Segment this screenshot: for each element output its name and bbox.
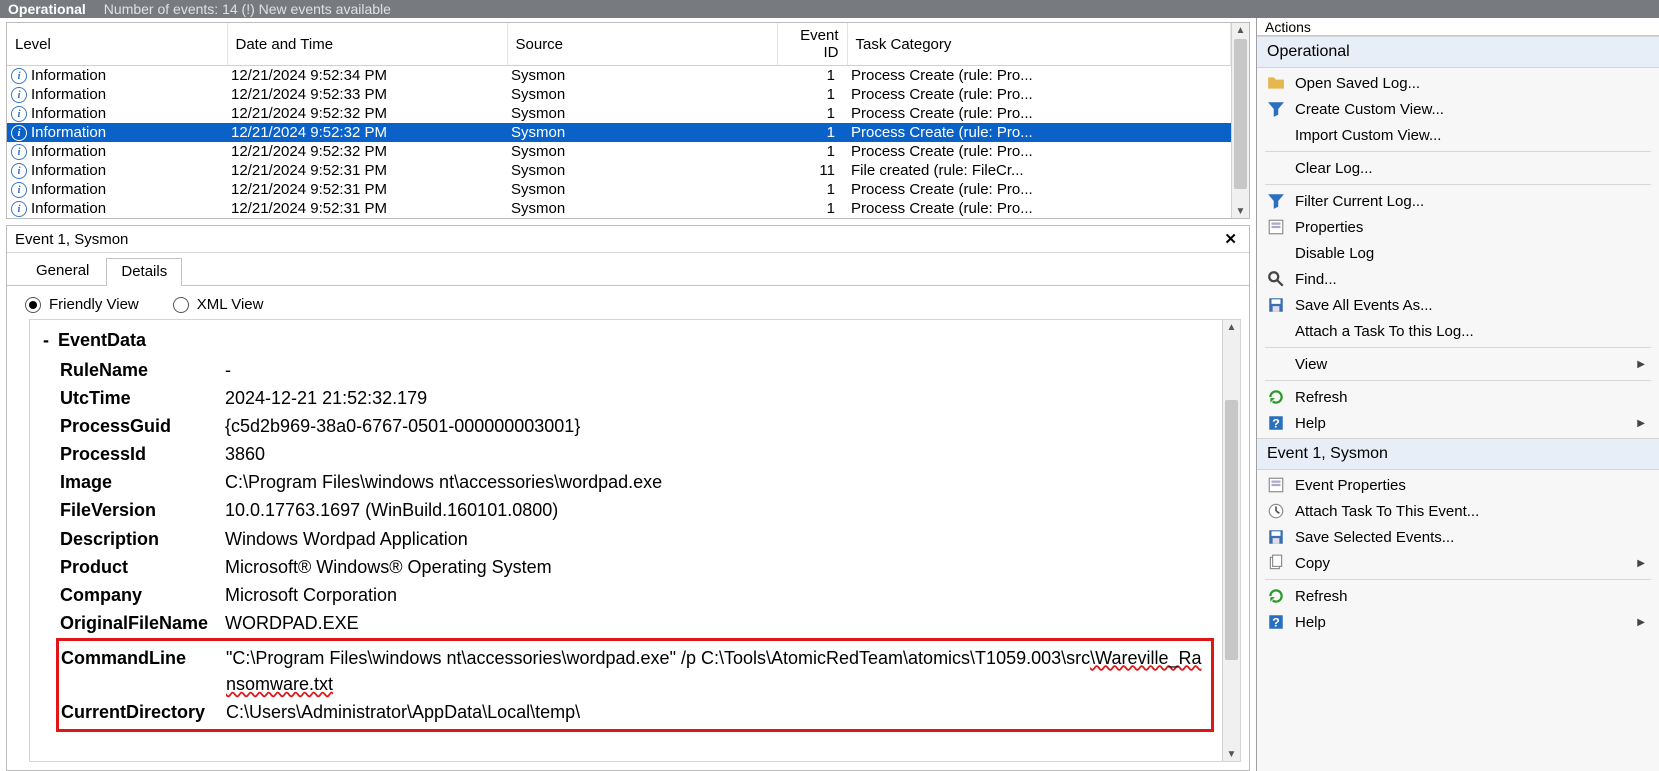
log-header-strip: Operational Number of events: 14 (!) New…: [0, 0, 1659, 18]
col-task[interactable]: Task Category: [847, 23, 1231, 66]
refresh-icon: [1267, 587, 1285, 605]
table-row[interactable]: iInformation12/21/2024 9:52:34 PMSysmon1…: [7, 66, 1231, 86]
action-item[interactable]: Open Saved Log...: [1257, 70, 1659, 96]
action-item[interactable]: Copy▶: [1257, 550, 1659, 576]
action-item[interactable]: Import Custom View...: [1257, 122, 1659, 148]
info-icon: i: [11, 163, 27, 179]
actions-panel: Actions Operational Open Saved Log...Cre…: [1257, 18, 1659, 771]
chevron-right-icon: ▶: [1637, 617, 1649, 628]
action-item[interactable]: Save All Events As...: [1257, 292, 1659, 318]
task-icon: [1267, 502, 1285, 520]
folder-icon: [1267, 74, 1285, 92]
find-icon: [1267, 270, 1285, 288]
info-icon: i: [11, 201, 27, 217]
action-item[interactable]: Create Custom View...: [1257, 96, 1659, 122]
events-scrollbar[interactable]: ▲ ▼: [1231, 23, 1249, 218]
tab-general[interactable]: General: [21, 257, 104, 285]
table-row[interactable]: iInformation12/21/2024 9:52:32 PMSysmon1…: [7, 123, 1231, 142]
table-row[interactable]: iInformation12/21/2024 9:52:32 PMSysmon1…: [7, 142, 1231, 161]
blank-icon: [1267, 159, 1285, 177]
action-item[interactable]: Disable Log: [1257, 240, 1659, 266]
save-icon: [1267, 296, 1285, 314]
log-subtitle: Number of events: 14 (!) New events avai…: [104, 1, 391, 17]
refresh-icon: [1267, 388, 1285, 406]
col-date[interactable]: Date and Time: [227, 23, 507, 66]
funnel-icon: [1267, 100, 1285, 118]
table-row[interactable]: iInformation12/21/2024 9:52:32 PMSysmon1…: [7, 104, 1231, 123]
svg-text:?: ?: [1272, 417, 1280, 431]
svg-text:?: ?: [1272, 616, 1280, 630]
info-icon: i: [11, 87, 27, 103]
action-item[interactable]: Filter Current Log...: [1257, 188, 1659, 214]
table-row[interactable]: iInformation12/21/2024 9:52:33 PMSysmon1…: [7, 85, 1231, 104]
col-eventid[interactable]: Event ID: [777, 23, 847, 66]
actions-header: Actions: [1257, 18, 1659, 36]
col-source[interactable]: Source: [507, 23, 777, 66]
radio-xml-view[interactable]: XML View: [173, 296, 264, 313]
highlight-box: CommandLine "C:\Program Files\windows nt…: [56, 638, 1214, 732]
action-item[interactable]: Save Selected Events...: [1257, 524, 1659, 550]
props-icon: [1267, 476, 1285, 494]
info-icon: i: [11, 125, 27, 141]
tab-details[interactable]: Details: [106, 258, 182, 286]
info-icon: i: [11, 68, 27, 84]
help-icon: ?: [1267, 613, 1285, 631]
detail-tabs: General Details: [7, 253, 1249, 286]
close-icon[interactable]: ✕: [1220, 230, 1241, 248]
props-icon: [1267, 218, 1285, 236]
eventdata-heading[interactable]: -EventData: [38, 330, 1210, 351]
detail-title: Event 1, Sysmon: [15, 231, 128, 248]
info-icon: i: [11, 106, 27, 122]
action-item[interactable]: ?Help▶: [1257, 410, 1659, 436]
blank-icon: [1267, 355, 1285, 373]
blank-icon: [1267, 244, 1285, 262]
action-item[interactable]: Find...: [1257, 266, 1659, 292]
action-item[interactable]: Refresh: [1257, 384, 1659, 410]
blank-icon: [1267, 322, 1285, 340]
table-row[interactable]: iInformation12/21/2024 9:52:31 PMSysmon1…: [7, 180, 1231, 199]
action-item[interactable]: Refresh: [1257, 583, 1659, 609]
actions-section-operational: Operational: [1257, 36, 1659, 68]
detail-scrollbar[interactable]: ▲ ▼: [1222, 320, 1240, 761]
chevron-right-icon: ▶: [1637, 418, 1649, 429]
col-level[interactable]: Level: [7, 23, 227, 66]
action-item[interactable]: Event Properties: [1257, 472, 1659, 498]
help-icon: ?: [1267, 414, 1285, 432]
table-row[interactable]: iInformation12/21/2024 9:52:31 PMSysmon1…: [7, 199, 1231, 218]
radio-friendly-view[interactable]: Friendly View: [25, 296, 139, 313]
action-item[interactable]: Clear Log...: [1257, 155, 1659, 181]
chevron-right-icon: ▶: [1637, 359, 1649, 370]
blank-icon: [1267, 126, 1285, 144]
action-item[interactable]: Properties: [1257, 214, 1659, 240]
events-table-container: Level Date and Time Source Event ID Task…: [6, 22, 1250, 219]
table-row[interactable]: iInformation12/21/2024 9:52:31 PMSysmon1…: [7, 161, 1231, 180]
actions-section-event: Event 1, Sysmon: [1257, 438, 1659, 470]
action-item[interactable]: ?Help▶: [1257, 609, 1659, 635]
event-detail-pane: Event 1, Sysmon ✕ General Details Friend…: [6, 225, 1250, 771]
action-item[interactable]: Attach a Task To this Log...: [1257, 318, 1659, 344]
chevron-right-icon: ▶: [1637, 558, 1649, 569]
info-icon: i: [11, 182, 27, 198]
action-item[interactable]: Attach Task To This Event...: [1257, 498, 1659, 524]
funnel-icon: [1267, 192, 1285, 210]
commandline-value: "C:\Program Files\windows nt\accessories…: [226, 645, 1209, 697]
event-data-body: -EventData RuleName- UtcTime2024-12-21 2…: [30, 320, 1222, 761]
log-title: Operational: [8, 1, 86, 17]
save-icon: [1267, 528, 1285, 546]
copy-icon: [1267, 554, 1285, 572]
events-table[interactable]: Level Date and Time Source Event ID Task…: [7, 23, 1231, 218]
info-icon: i: [11, 144, 27, 160]
action-item[interactable]: View▶: [1257, 351, 1659, 377]
